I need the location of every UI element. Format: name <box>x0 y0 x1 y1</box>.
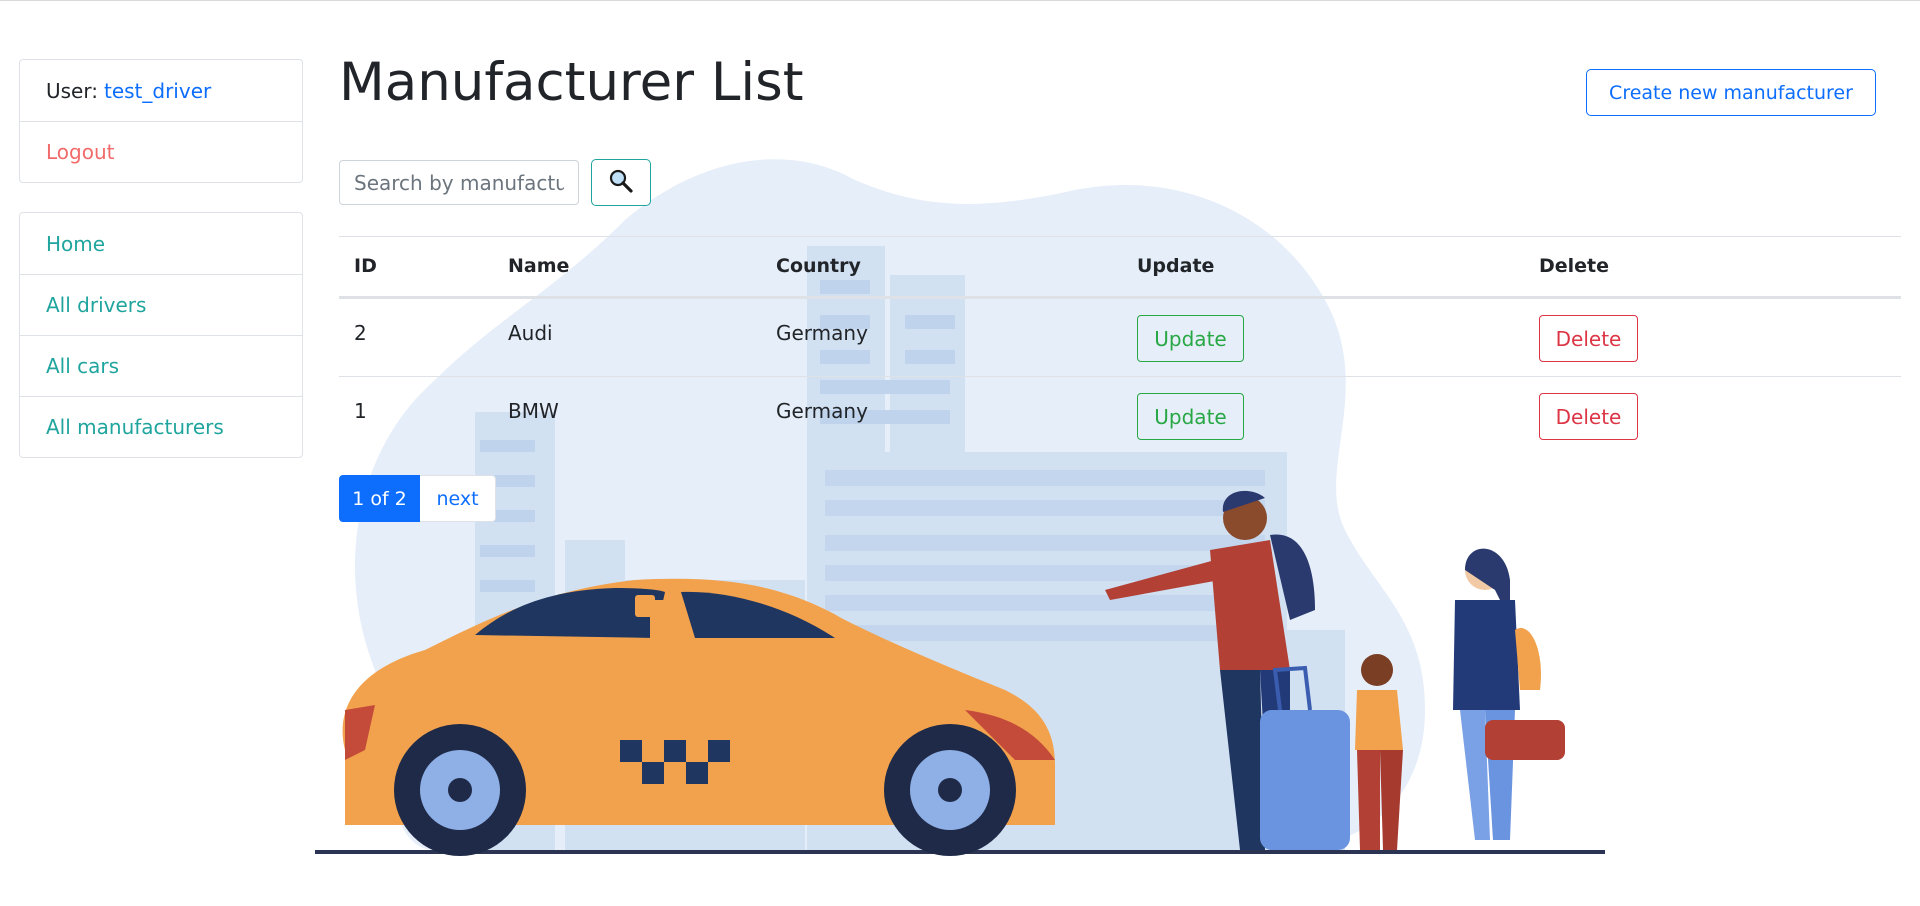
pagination: 1 of 2 next <box>339 475 496 522</box>
update-button[interactable]: Update <box>1137 315 1244 362</box>
logout-link[interactable]: Logout <box>20 121 302 182</box>
top-divider <box>0 0 1920 1</box>
header-name: Name <box>508 255 570 277</box>
user-card: User: test_driver Logout <box>19 59 303 183</box>
username-link[interactable]: test_driver <box>104 79 211 103</box>
table-row: 2 Audi Germany Update Delete <box>339 298 1901 376</box>
pagination-current[interactable]: 1 of 2 <box>339 475 420 522</box>
cell-id: 1 <box>354 399 367 423</box>
cell-country: Germany <box>776 399 868 423</box>
sidebar-item-all-cars[interactable]: All cars <box>20 335 302 396</box>
update-button[interactable]: Update <box>1137 393 1244 440</box>
sidebar-nav: Home All drivers All cars All manufactur… <box>19 212 303 458</box>
search-button[interactable] <box>591 159 651 206</box>
cell-id: 2 <box>354 321 367 345</box>
delete-button[interactable]: Delete <box>1539 393 1638 440</box>
header-country: Country <box>776 255 861 277</box>
search-input[interactable] <box>339 160 579 205</box>
header-update: Update <box>1137 255 1215 277</box>
manufacturer-table: ID Name Country Update Delete 2 Audi Ger… <box>339 236 1901 454</box>
delete-button[interactable]: Delete <box>1539 315 1638 362</box>
cell-name: Audi <box>508 321 553 345</box>
header-id: ID <box>354 255 377 277</box>
user-label: User: <box>46 78 98 103</box>
table-header-row: ID Name Country Update Delete <box>339 236 1901 298</box>
table-row: 1 BMW Germany Update Delete <box>339 376 1901 454</box>
pagination-next[interactable]: next <box>420 475 496 522</box>
cell-country: Germany <box>776 321 868 345</box>
header-delete: Delete <box>1539 255 1610 277</box>
sidebar-item-all-manufacturers[interactable]: All manufacturers <box>20 396 302 457</box>
create-manufacturer-button[interactable]: Create new manufacturer <box>1586 69 1876 116</box>
sidebar-item-home[interactable]: Home <box>20 213 302 274</box>
page-title: Manufacturer List <box>339 52 804 113</box>
user-info: User: test_driver <box>20 60 302 121</box>
search-icon <box>608 168 634 198</box>
cell-name: BMW <box>508 399 559 423</box>
sidebar-item-all-drivers[interactable]: All drivers <box>20 274 302 335</box>
